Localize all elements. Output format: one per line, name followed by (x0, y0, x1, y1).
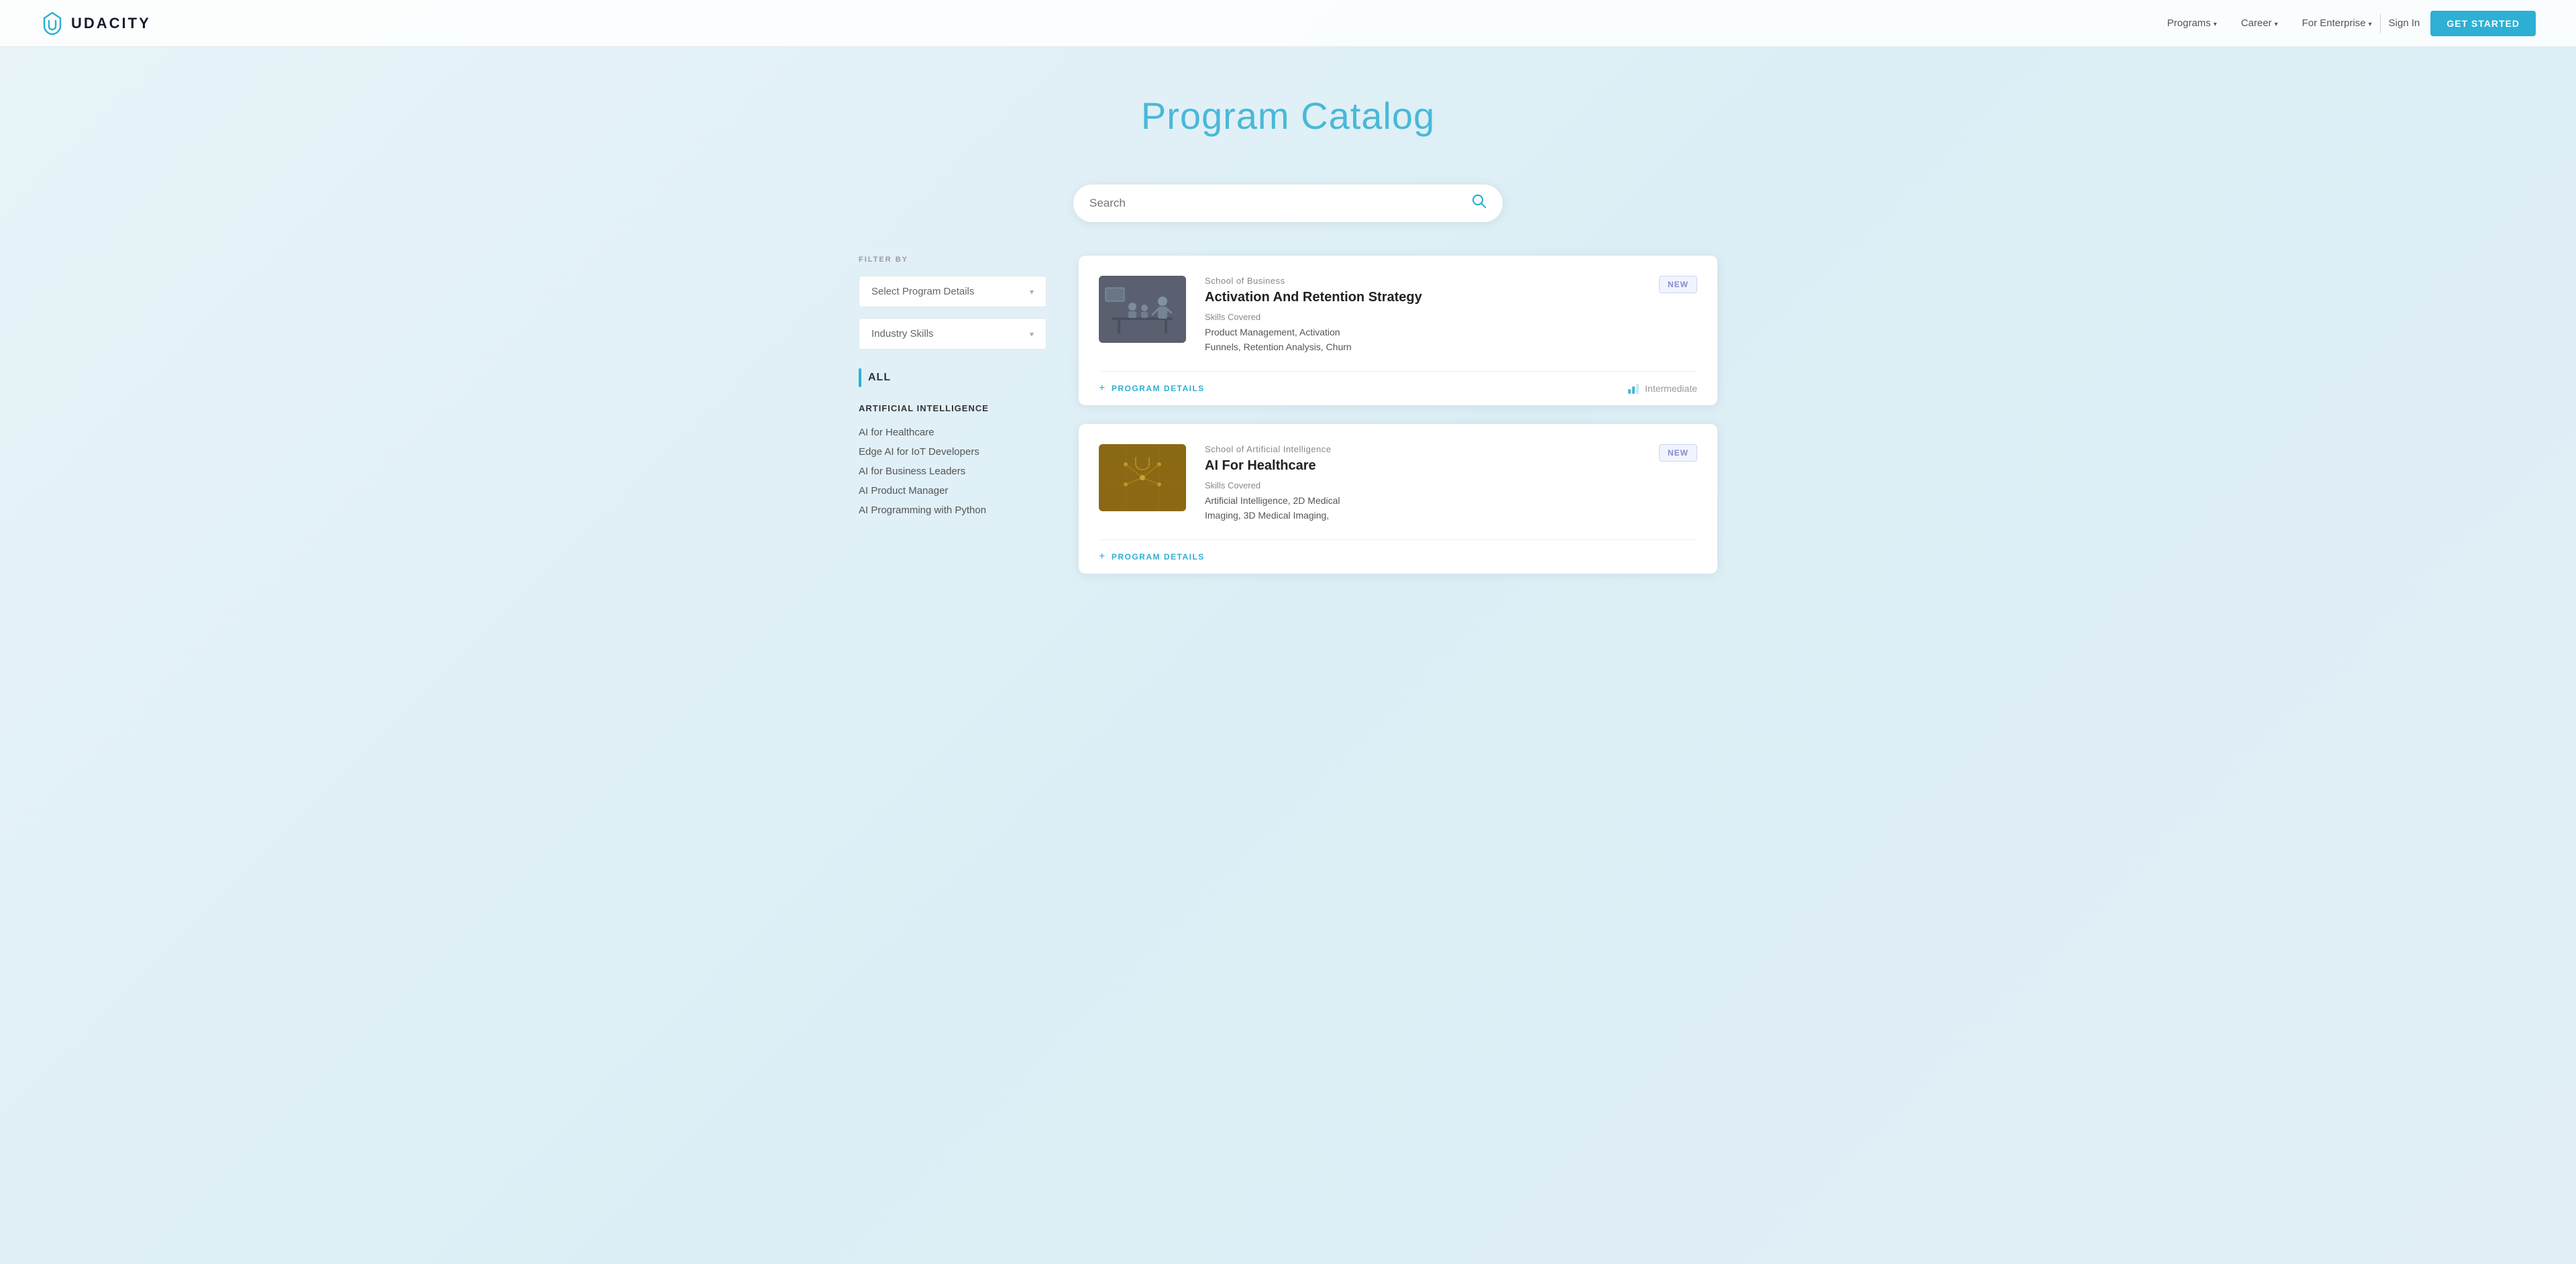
program-details-button-activation[interactable]: + PROGRAM DETAILS (1099, 382, 1205, 394)
sidebar-item-ai-product-manager[interactable]: AI Product Manager (859, 481, 1046, 501)
nav-programs[interactable]: Programs (2167, 17, 2217, 29)
program-details-button-ai-healthcare[interactable]: + PROGRAM DETAILS (1099, 551, 1205, 563)
ai-category: ARTIFICIAL INTELLIGENCE AI for Healthcar… (859, 403, 1046, 520)
content-area: School of Business Activation And Retent… (1079, 256, 1717, 592)
new-badge-activation: NEW (1659, 276, 1697, 293)
search-input[interactable] (1089, 197, 1472, 210)
card-school-ai-healthcare: School of Artificial Intelligence (1205, 444, 1640, 454)
select-program-label: Select Program Details (871, 286, 974, 297)
search-icon (1472, 194, 1487, 209)
signin-link[interactable]: Sign In (2389, 17, 2420, 29)
skills-label-activation: Skills Covered (1205, 312, 1640, 322)
card-image-activation (1099, 276, 1186, 343)
industry-skills-label: Industry Skills (871, 328, 934, 339)
navbar: UDACITY Programs Career For Enterprise S… (0, 0, 2576, 47)
plus-icon: + (1099, 551, 1106, 563)
all-label: ALL (868, 372, 891, 384)
hero-section: Program Catalog (0, 47, 2576, 171)
sidebar-item-edge-ai-iot[interactable]: Edge AI for IoT Developers (859, 442, 1046, 462)
business-scene-svg (1099, 276, 1186, 343)
nav-divider (2380, 14, 2381, 33)
ai-category-title: ARTIFICIAL INTELLIGENCE (859, 403, 1046, 413)
select-program-dropdown[interactable]: Select Program Details ▾ (859, 276, 1046, 307)
skills-label-ai-healthcare: Skills Covered (1205, 480, 1640, 490)
sidebar-item-ai-python[interactable]: AI Programming with Python (859, 501, 1046, 520)
ai-healthcare-scene-svg (1099, 444, 1186, 511)
nav-career[interactable]: Career (2241, 17, 2278, 29)
card-footer-activation: + PROGRAM DETAILS Intermediate (1099, 371, 1697, 405)
card-school-activation: School of Business (1205, 276, 1640, 286)
search-button[interactable] (1472, 194, 1487, 213)
nav-enterprise[interactable]: For Enterprise (2302, 17, 2371, 29)
sidebar-item-ai-business[interactable]: AI for Business Leaders (859, 462, 1046, 481)
card-title-ai-healthcare: AI For Healthcare (1205, 458, 1640, 474)
card-skills-ai-healthcare: Artificial Intelligence, 2D MedicalImagi… (1205, 493, 1640, 523)
active-indicator (859, 368, 861, 387)
card-top-ai-healthcare: School of Artificial Intelligence AI For… (1099, 444, 1697, 539)
all-filter[interactable]: ALL (859, 368, 1046, 387)
level-indicator-activation: Intermediate (1627, 382, 1697, 394)
logo[interactable]: UDACITY (40, 11, 151, 36)
card-info-activation: School of Business Activation And Retent… (1205, 276, 1640, 355)
program-card-activation: School of Business Activation And Retent… (1079, 256, 1717, 405)
nav-links: Programs Career For Enterprise (2167, 17, 2372, 29)
plus-icon: + (1099, 382, 1106, 394)
chevron-down-icon: ▾ (1030, 287, 1034, 297)
card-footer-ai-healthcare: + PROGRAM DETAILS (1099, 539, 1697, 574)
sidebar-item-ai-healthcare[interactable]: AI for Healthcare (859, 423, 1046, 442)
main-layout: FILTER BY Select Program Details ▾ Indus… (818, 256, 1758, 633)
level-text-activation: Intermediate (1645, 383, 1697, 394)
page-title: Program Catalog (13, 94, 2563, 138)
card-skills-activation: Product Management, ActivationFunnels, R… (1205, 325, 1640, 355)
search-box (1073, 185, 1503, 222)
logo-text: UDACITY (71, 15, 151, 32)
card-info-ai-healthcare: School of Artificial Intelligence AI For… (1205, 444, 1640, 523)
program-card-ai-healthcare: School of Artificial Intelligence AI For… (1079, 424, 1717, 574)
level-icon (1627, 382, 1640, 394)
sidebar: FILTER BY Select Program Details ▾ Indus… (859, 256, 1046, 592)
new-badge-ai-healthcare: NEW (1659, 444, 1697, 462)
search-container (0, 185, 2576, 222)
get-started-button[interactable]: GET STARTED (2430, 11, 2536, 36)
chevron-down-icon: ▾ (1030, 329, 1034, 339)
card-title-activation: Activation And Retention Strategy (1205, 290, 1640, 305)
card-image-ai-healthcare (1099, 444, 1186, 511)
filter-label: FILTER BY (859, 256, 1046, 264)
udacity-logo-icon (40, 11, 64, 36)
card-top-activation: School of Business Activation And Retent… (1099, 276, 1697, 371)
industry-skills-dropdown[interactable]: Industry Skills ▾ (859, 318, 1046, 350)
